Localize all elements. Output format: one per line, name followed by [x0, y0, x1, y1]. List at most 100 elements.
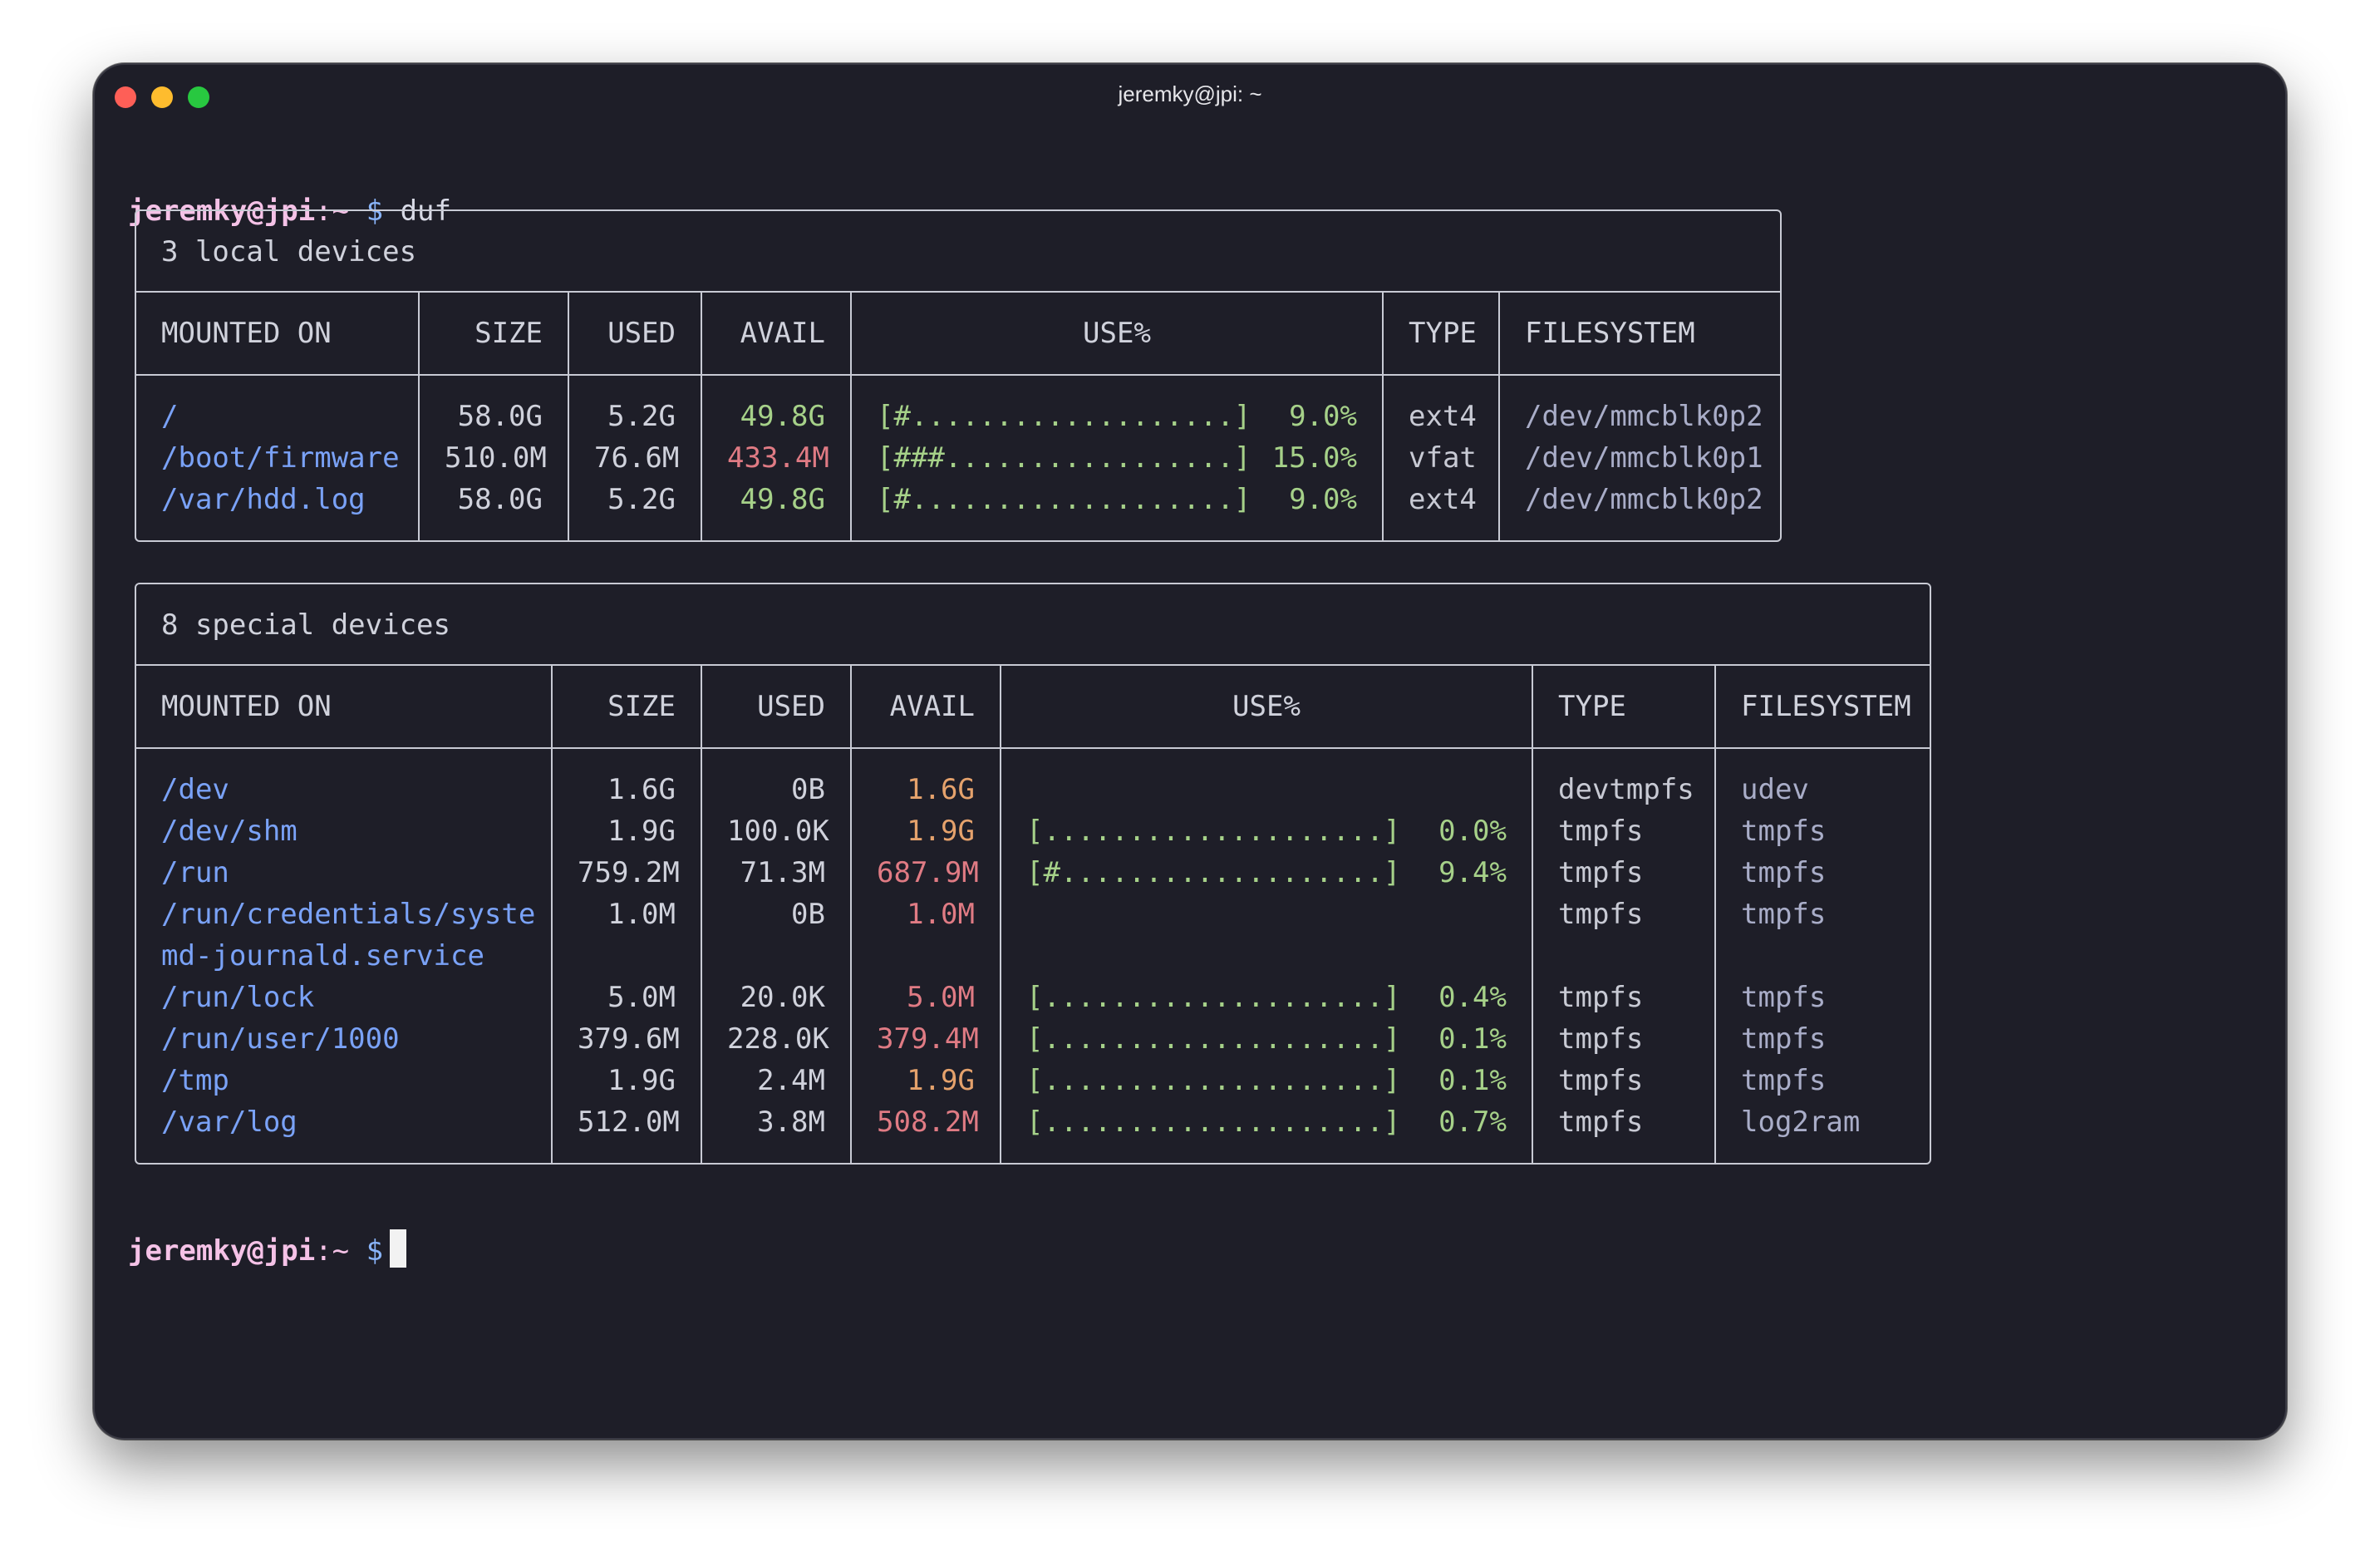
terminal-window: jeremky@jpi: ~ jeremky@jpi:~ $ duf 3 loc… [93, 63, 2287, 1440]
prompt-user-host: jeremky@jpi [128, 1234, 316, 1268]
cell-size [552, 935, 702, 977]
title-bar: jeremky@jpi: ~ [95, 65, 2285, 130]
cell-use-percent: [#...................] 9.0% [851, 375, 1384, 437]
window-title: jeremky@jpi: ~ [1118, 81, 1262, 106]
cell-size: 1.9G [552, 1060, 702, 1101]
table-row: md-journald.service [136, 935, 1930, 977]
cell-used: 76.6M [568, 437, 702, 479]
table-row: /var/log 512.0M 3.8M 508.2M [...............… [136, 1101, 1930, 1163]
cell-use-percent: [#...................] 9.0% [851, 479, 1384, 540]
cell-avail: 49.8G [701, 479, 852, 540]
header-filesystem: FILESYSTEM [1499, 293, 1780, 376]
cell-filesystem: tmpfs [1741, 981, 1827, 1014]
cell-used: 20.0K [701, 977, 852, 1018]
cell-filesystem: log2ram [1741, 1106, 1861, 1139]
cell-used: 2.4M [701, 1060, 852, 1101]
usage-percent: 0.0% [1438, 815, 1507, 848]
cell-use-percent [1001, 894, 1533, 935]
cell-use-percent: [....................] 0.4% [1001, 977, 1533, 1018]
cell-filesystem: tmpfs [1741, 815, 1827, 848]
usage-bar: [....................] [1026, 1022, 1401, 1056]
header-used: USED [568, 293, 702, 376]
usage-bar: [#...................] [877, 400, 1251, 433]
header-use-percent: USE% [1001, 666, 1533, 749]
cell-avail: 687.9M [851, 852, 1001, 894]
local-devices-table: 3 local devices MOUNTED ON SIZE USED AVA… [135, 209, 1782, 542]
cell-filesystem: tmpfs [1741, 1022, 1827, 1056]
cell-use-percent: [....................] 0.1% [1001, 1060, 1533, 1101]
header-use-percent: USE% [851, 293, 1384, 376]
cell-type: tmpfs [1532, 1060, 1716, 1101]
usage-percent: 0.1% [1438, 1064, 1507, 1097]
cell-mounted-on: /run/lock [136, 977, 553, 1018]
cell-type: devtmpfs [1532, 748, 1716, 810]
cell-filesystem [1715, 935, 1930, 977]
cell-avail: 433.4M [701, 437, 852, 479]
cell-avail: 49.8G [701, 375, 852, 437]
special-header-row: MOUNTED ON SIZE USED AVAIL USE% TYPE FIL… [136, 666, 1930, 749]
cell-mounted-on: /run/user/1000 [136, 1018, 553, 1060]
cell-use-percent: [....................] 0.7% [1001, 1101, 1533, 1163]
cell-type: tmpfs [1532, 894, 1716, 935]
table-row: /run/user/1000 379.6M 228.0K 379.4M [.......… [136, 1018, 1930, 1060]
header-avail: AVAIL [701, 293, 852, 376]
usage-bar: [#...................] [877, 483, 1251, 516]
cell-filesystem: tmpfs [1741, 1064, 1827, 1097]
cell-filesystem: /dev/mmcblk0p1 [1525, 441, 1763, 475]
table-row: /dev 1.6G 0B 1.6G devtmpfs udev [136, 748, 1930, 810]
cell-type: tmpfs [1532, 1101, 1716, 1163]
cell-avail: 1.9G [851, 810, 1001, 852]
cell-avail: 379.4M [851, 1018, 1001, 1060]
table-row: /tmp 1.9G 2.4M 1.9G [....................] 0.… [136, 1060, 1930, 1101]
cell-mounted-on: /var/log [136, 1101, 553, 1163]
usage-percent: 0.4% [1438, 981, 1507, 1014]
cell-use-percent: [###.................] 15.0% [851, 437, 1384, 479]
usage-percent: 9.0% [1289, 483, 1357, 516]
special-devices-table: 8 special devices MOUNTED ON SIZE USED A… [135, 583, 1931, 1165]
prompt-path: :~ [315, 1234, 350, 1268]
cell-used: 0B [701, 894, 852, 935]
usage-percent: 0.1% [1438, 1022, 1507, 1056]
cell-filesystem: /dev/mmcblk0p2 [1525, 483, 1763, 516]
cell-filesystem: /dev/mmcblk0p2 [1525, 400, 1763, 433]
cell-avail: 5.0M [851, 977, 1001, 1018]
cell-filesystem: udev [1741, 773, 1809, 806]
cell-size: 58.0G [419, 479, 569, 540]
cell-size: 1.9G [552, 810, 702, 852]
usage-bar: [....................] [1026, 1106, 1401, 1139]
local-devices-title: 3 local devices [136, 211, 1780, 293]
cell-size: 1.6G [552, 748, 702, 810]
usage-percent: 0.7% [1438, 1106, 1507, 1139]
usage-percent: 15.0% [1271, 441, 1357, 475]
usage-bar: [....................] [1026, 981, 1401, 1014]
special-devices-title: 8 special devices [136, 584, 1930, 666]
cell-used: 5.2G [568, 479, 702, 540]
cell-type: tmpfs [1532, 977, 1716, 1018]
table-row: /run 759.2M 71.3M 687.9M [#.................… [136, 852, 1930, 894]
cell-mounted-on: /var/hdd.log [136, 479, 420, 540]
prompt-line-current[interactable]: jeremky@jpi:~ $ [128, 1229, 407, 1272]
cell-use-percent: [....................] 0.1% [1001, 1018, 1533, 1060]
cell-used: 5.2G [568, 375, 702, 437]
header-type: TYPE [1383, 293, 1500, 376]
table-row: /boot/firmware 510.0M 76.6M 433.4M [###.....… [136, 437, 1780, 479]
cell-filesystem: tmpfs [1741, 898, 1827, 931]
cell-use-percent: [....................] 0.0% [1001, 810, 1533, 852]
header-filesystem: FILESYSTEM [1715, 666, 1930, 749]
cell-type: ext4 [1383, 479, 1500, 540]
cell-type: tmpfs [1532, 810, 1716, 852]
table-row: /var/hdd.log 58.0G 5.2G 49.8G [#............… [136, 479, 1780, 540]
cell-filesystem: tmpfs [1741, 856, 1827, 889]
header-type: TYPE [1532, 666, 1716, 749]
table-row: /run/credentials/syste 1.0M 0B 1.0M tmpfs tmp… [136, 894, 1930, 935]
cell-type: tmpfs [1532, 1018, 1716, 1060]
cell-type [1532, 935, 1716, 977]
cell-used [701, 935, 852, 977]
cell-size: 510.0M [419, 437, 569, 479]
cell-avail: 1.9G [851, 1060, 1001, 1101]
header-mounted-on: MOUNTED ON [136, 293, 420, 376]
prompt-dollar: $ [366, 1234, 384, 1268]
cell-size: 1.0M [552, 894, 702, 935]
usage-percent: 9.4% [1438, 856, 1507, 889]
cell-type: tmpfs [1532, 852, 1716, 894]
